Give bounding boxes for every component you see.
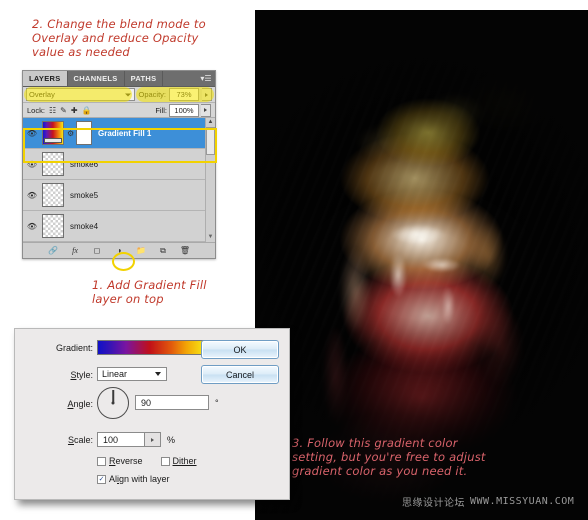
layers-panel-footer: 🔗 fx ◻ ◑ 📁 ⧉ 🗑 [23,242,215,258]
panel-tab-bar: LAYERS CHANNELS PATHS ▾☰ [23,71,215,87]
tab-layers[interactable]: LAYERS [23,71,68,86]
layer-thumbnail[interactable] [42,152,64,176]
layer-thumbnail[interactable] [42,214,64,238]
layer-list-scrollbar[interactable]: ▲ ▼ [205,118,215,242]
new-fill-adjustment-layer-icon[interactable]: ◑ [114,245,125,256]
layer-thumbnail[interactable] [42,183,64,207]
angle-dial-hub [111,401,115,405]
blend-mode-row: Overlay Opacity: 73% [23,87,215,103]
ok-button[interactable]: OK [201,340,279,359]
layer-list: 👁 ⚙ Gradient Fill 1 👁 smoke6 👁 smoke5 👁 … [23,118,215,242]
lock-all-icon[interactable]: 🔒 [82,106,92,115]
tab-channels[interactable]: CHANNELS [67,71,125,86]
layer-style-fx-icon[interactable]: fx [70,245,81,256]
reverse-checkbox-row[interactable]: Reverse [97,456,143,466]
gradient-preview-swatch[interactable] [97,340,207,355]
align-with-layer-checkbox[interactable]: ✓ [97,474,106,484]
blend-mode-select[interactable]: Overlay [26,88,136,101]
watermark: 思缘设计论坛 WWW.MISSYUAN.COM [402,494,574,509]
lock-label: Lock: [27,105,45,115]
layer-mask-thumbnail[interactable] [76,121,92,145]
annotation-step-2: 2. Change the blend mode to Overlay and … [32,17,206,59]
annotation-step-1: 1. Add Gradient Fill layer on top [92,278,207,306]
gradient-fill-dialog: Gradient: Style: Linear Angle: 90 ° Scal… [14,328,290,500]
layer-row-smoke4[interactable]: 👁 smoke4 [23,211,215,242]
fill-group: Fill: 100% [155,103,211,117]
dither-checkbox[interactable] [160,456,170,466]
chevron-down-icon [125,93,132,96]
reverse-checkbox[interactable] [97,456,106,466]
scale-label: Scale: [67,435,93,445]
layer-name: Gradient Fill 1 [98,128,152,138]
chevron-down-icon [155,372,161,376]
opacity-slider-button[interactable] [202,88,212,101]
tab-paths[interactable]: PATHS [124,71,164,86]
tutorial-screenshot: 2. Change the blend mode to Overlay and … [0,0,588,520]
annotation-step-3: 3. Follow this gradient color setting, b… [292,436,486,478]
style-label: Style: [70,370,93,380]
layer-row-gradient-fill-1[interactable]: 👁 ⚙ Gradient Fill 1 [23,118,215,149]
delete-layer-icon[interactable]: 🗑 [180,245,191,256]
scroll-down-icon[interactable]: ▼ [208,234,214,240]
layer-row-smoke5[interactable]: 👁 smoke5 [23,180,215,211]
dither-label: Dither [172,456,197,466]
fill-slider-button[interactable] [201,103,211,117]
opacity-input[interactable]: 73% [169,88,199,101]
scrollbar-thumb[interactable] [206,127,215,155]
layer-row-smoke6[interactable]: 👁 smoke6 [23,149,215,180]
lock-position-icon[interactable]: ✚ [71,106,78,115]
tab-spacer [163,71,197,86]
angle-input[interactable]: 90 [135,395,209,410]
gradient-label: Gradient: [55,343,93,353]
cancel-button[interactable]: Cancel [201,365,279,384]
layer-name: smoke4 [70,221,99,231]
dither-checkbox-row[interactable]: Dither [160,456,197,466]
new-layer-icon[interactable]: ⧉ [158,245,169,256]
fill-label: Fill: [155,105,167,115]
layer-name: smoke5 [70,190,99,200]
layers-panel: LAYERS CHANNELS PATHS ▾☰ Overlay Opacity… [22,70,216,259]
scale-input[interactable]: 100 [97,432,145,447]
watermark-url: WWW.MISSYUAN.COM [470,496,575,507]
layer-thumbnail-gradient[interactable] [42,121,64,145]
scroll-up-icon[interactable]: ▲ [208,118,214,126]
eye-icon[interactable]: 👁 [25,129,39,138]
lock-icon-group: ☷ ✎ ✚ 🔒 [49,106,92,115]
angle-unit: ° [215,397,219,408]
link-layers-icon[interactable]: 🔗 [48,245,59,256]
scale-unit: % [167,434,176,445]
scale-slider-button[interactable] [145,432,161,447]
layer-name: smoke6 [70,159,99,169]
add-layer-mask-icon[interactable]: ◻ [92,245,103,256]
angle-label: Angle: [67,399,93,409]
eye-icon[interactable]: 👁 [25,222,39,231]
watermark-site-name: 思缘设计论坛 [402,498,465,509]
angle-dial[interactable] [97,387,129,419]
new-group-icon[interactable]: 📁 [136,245,147,256]
link-mask-icon[interactable]: ⚙ [67,129,74,138]
fill-input[interactable]: 100% [169,103,199,117]
eye-icon[interactable]: 👁 [25,191,39,200]
style-select[interactable]: Linear [97,367,167,381]
lock-image-icon[interactable]: ✎ [60,106,67,115]
blend-mode-value: Overlay [29,90,55,99]
lock-row: Lock: ☷ ✎ ✚ 🔒 Fill: 100% [23,103,215,118]
panel-menu-icon[interactable]: ▾☰ [197,71,215,86]
opacity-label: Opacity: [138,90,166,99]
eye-icon[interactable]: 👁 [25,160,39,169]
reverse-label: Reverse [109,456,143,466]
lock-transparency-icon[interactable]: ☷ [49,106,56,115]
align-with-layer-label: Align with layer [109,474,170,484]
align-with-layer-checkbox-row[interactable]: ✓ Align with layer [97,474,170,484]
style-value: Linear [102,369,128,379]
